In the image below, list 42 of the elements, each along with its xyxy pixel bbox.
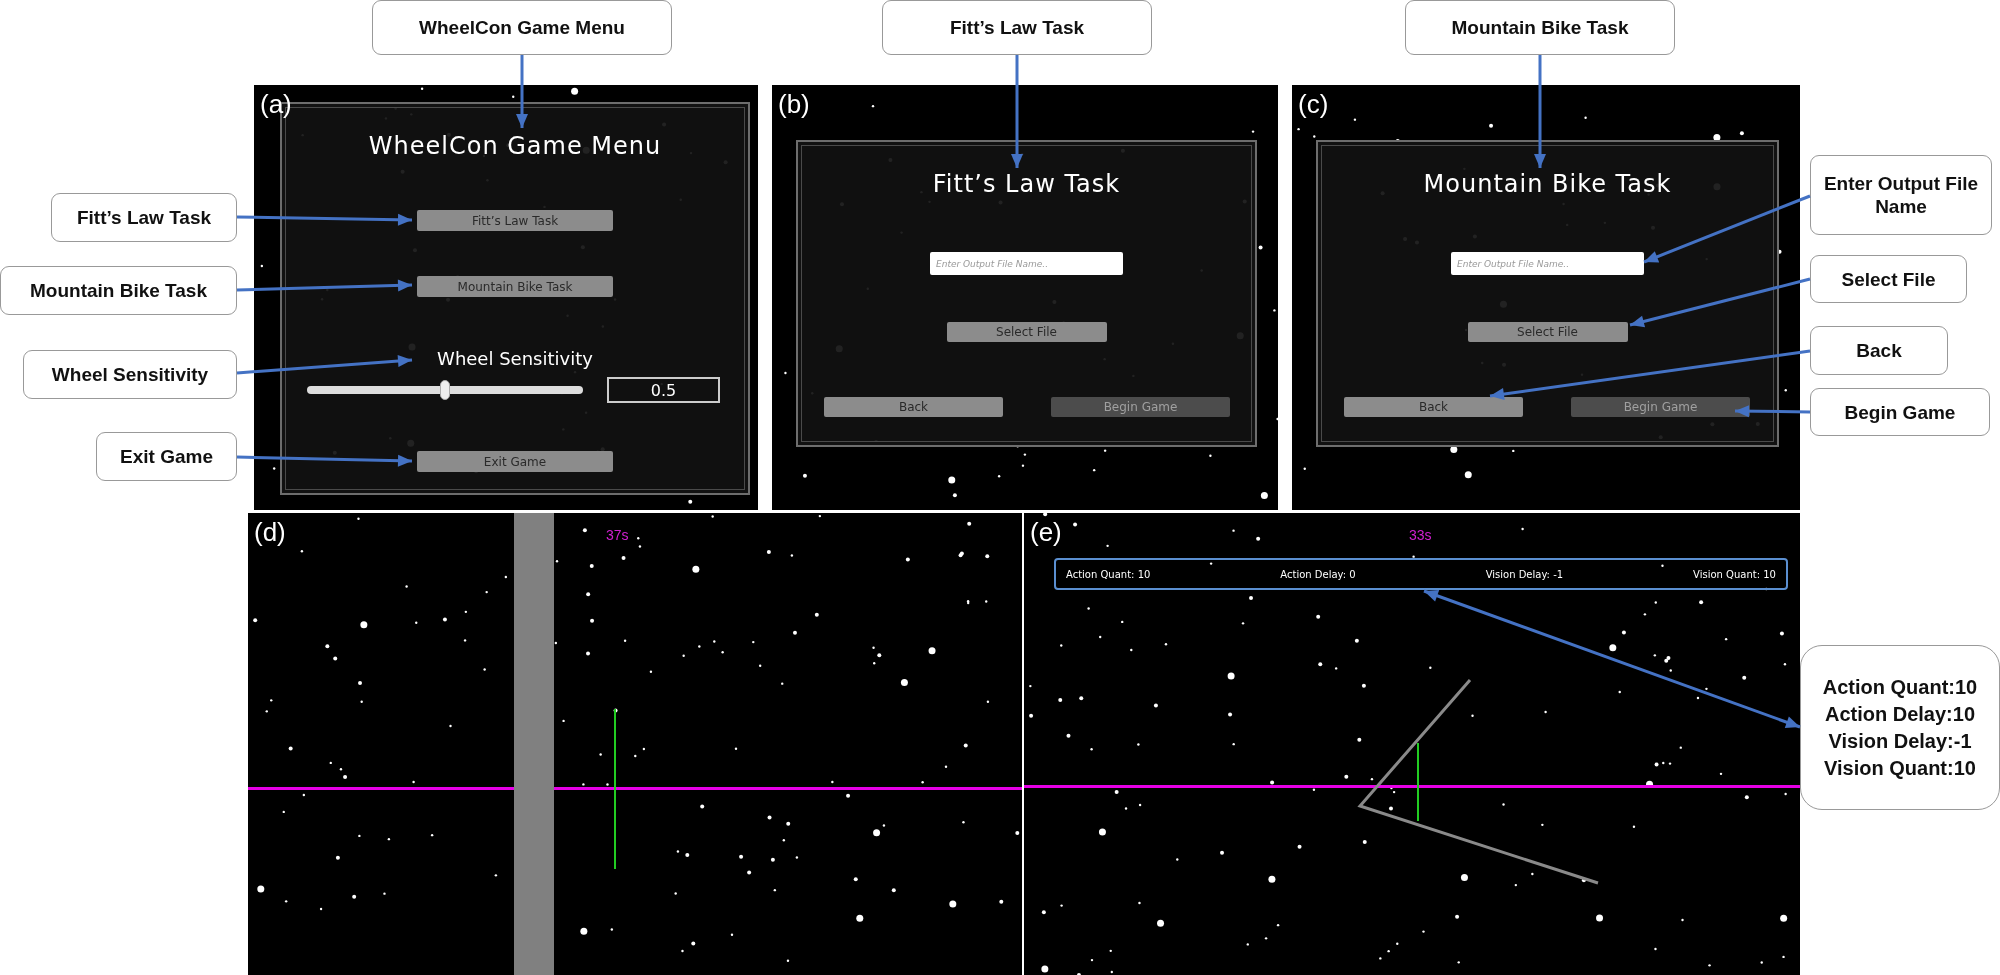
select-file-button[interactable]: Select File: [946, 322, 1107, 342]
callout-label: WheelCon Game Menu: [372, 0, 672, 55]
menu-title: Fitt’s Law Task: [932, 169, 1121, 199]
file-name-field[interactable]: Enter Output File Name..: [930, 252, 1123, 275]
menu-button[interactable]: Fitt’s Law Task: [417, 210, 613, 231]
hud-text: Action Quant: 10: [1066, 568, 1151, 580]
callout-text: Vision Delay:-1: [1828, 728, 1972, 754]
panel-label: (a): [260, 89, 292, 120]
callout-label: Enter Output File Name: [1810, 155, 1992, 235]
callout-text: Vision Quant:10: [1824, 755, 1976, 781]
hud-text: Action Delay: 0: [1280, 568, 1356, 580]
menu-button[interactable]: Mountain Bike Task: [417, 276, 613, 297]
slider-label: Wheel Sensitivity: [437, 347, 593, 371]
timer: 37s: [606, 527, 629, 543]
panel-label: (d): [254, 517, 286, 548]
exit-button[interactable]: Exit Game: [417, 451, 613, 472]
callout-text: Action Quant:10: [1822, 674, 1978, 700]
back-button[interactable]: Back: [1344, 397, 1523, 417]
callout-label: Begin Game: [1810, 388, 1990, 436]
callout-label: Back: [1810, 326, 1948, 375]
hud-text: Vision Quant: 10: [1693, 568, 1776, 580]
callout-label: Fitt’s Law Task: [51, 193, 237, 242]
callout-text: Action Delay:10: [1824, 701, 1976, 727]
back-button[interactable]: Back: [824, 397, 1003, 417]
callout-label: Exit Game: [96, 432, 237, 481]
menu-title: WheelCon Game Menu: [368, 131, 662, 161]
hud-text: Vision Delay: -1: [1485, 568, 1564, 580]
file-name-field[interactable]: Enter Output File Name..: [1451, 252, 1644, 275]
callout-label: Mountain Bike Task: [1405, 0, 1675, 55]
callout-label: Fitt’s Law Task: [882, 0, 1152, 55]
panel-label: (b): [778, 89, 810, 120]
sensitivity-slider[interactable]: [307, 380, 583, 400]
slider-thumb[interactable]: [440, 380, 450, 400]
callout-label: Mountain Bike Task: [0, 266, 237, 315]
menu-title: Mountain Bike Task: [1423, 169, 1672, 199]
callout-label: Select File: [1810, 255, 1967, 303]
panel-label: (c): [1298, 89, 1329, 120]
value-field[interactable]: 0.5: [607, 377, 720, 403]
panel-label: (e): [1030, 517, 1062, 548]
select-file-button[interactable]: Select File: [1467, 322, 1628, 342]
timer: 33s: [1409, 527, 1432, 543]
callout-label: Wheel Sensitivity: [23, 350, 237, 399]
